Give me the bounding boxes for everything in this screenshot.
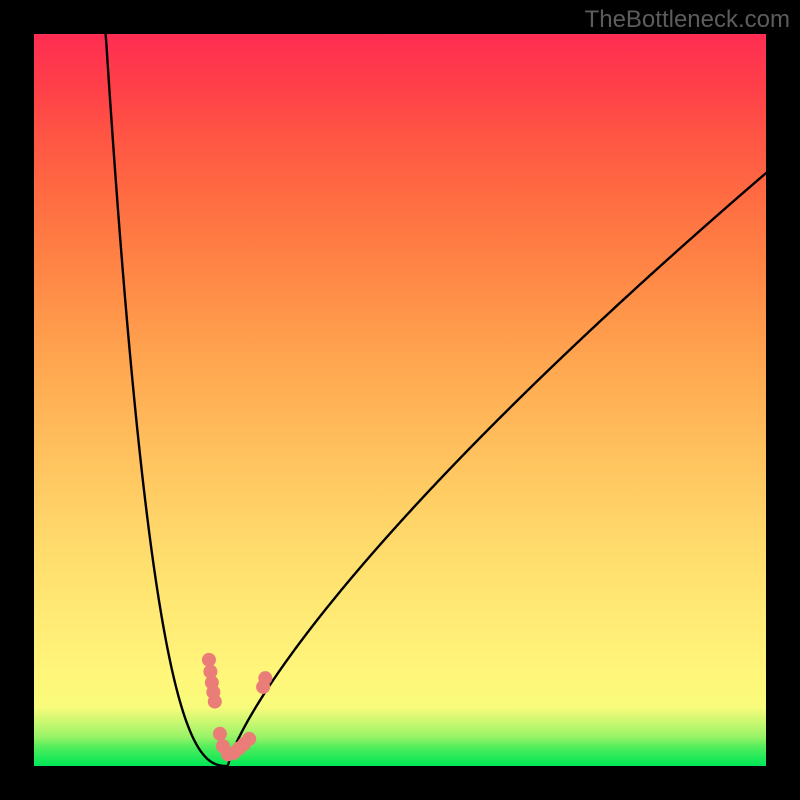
data-point [213,727,227,741]
data-point [242,732,256,746]
chart-curves [0,0,800,800]
chart-container: TheBottleneck.com [0,0,800,800]
data-point [208,695,222,709]
data-point [258,671,272,685]
